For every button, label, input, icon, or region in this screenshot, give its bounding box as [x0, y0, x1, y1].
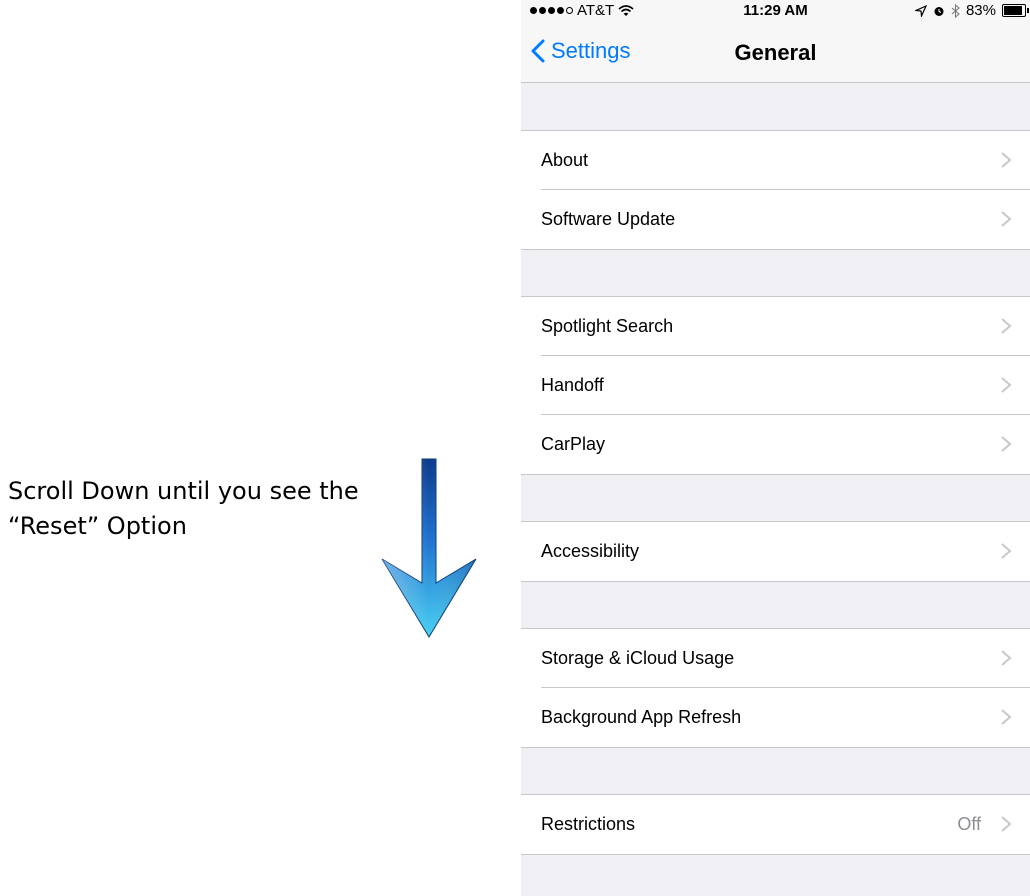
- scroll-instruction: Scroll Down until you see the “Reset” Op…: [8, 474, 378, 544]
- settings-row-handoff[interactable]: Handoff: [521, 356, 1030, 415]
- page-title: General: [734, 40, 817, 65]
- chevron-right-icon: [1001, 318, 1012, 334]
- chevron-right-icon: [1001, 152, 1012, 168]
- settings-row-storage-and-icloud-usage[interactable]: Storage & iCloud Usage: [521, 629, 1030, 688]
- settings-row-label: Accessibility: [541, 541, 640, 561]
- battery-percent: 83%: [965, 2, 996, 19]
- chevron-right-icon: [1001, 543, 1012, 559]
- settings-row-label: About: [541, 150, 589, 170]
- settings-screen: AT&T 11:29 AM 83% Settings General About…: [521, 0, 1030, 896]
- chevron-right-icon: [1001, 211, 1012, 227]
- settings-row-software-update[interactable]: Software Update: [521, 190, 1030, 249]
- chevron-right-icon: [1001, 709, 1012, 725]
- settings-row-accessibility[interactable]: Accessibility: [521, 522, 1030, 581]
- location-icon: [914, 4, 927, 17]
- settings-group: Restrictions Off: [521, 794, 1030, 855]
- settings-row-label: Storage & iCloud Usage: [541, 648, 735, 668]
- settings-row-spotlight-search[interactable]: Spotlight Search: [521, 297, 1030, 356]
- settings-row-label: CarPlay: [541, 434, 606, 454]
- settings-row-label: Spotlight Search: [541, 316, 674, 336]
- settings-group: Spotlight Search Handoff CarPlay: [521, 296, 1030, 475]
- instruction-line-2: “Reset” Option: [8, 512, 187, 540]
- chevron-right-icon: [1001, 650, 1012, 666]
- chevron-right-icon: [1001, 436, 1012, 452]
- instruction-line-1: Scroll Down until you see the: [8, 477, 359, 505]
- alarm-icon: [934, 6, 944, 16]
- settings-row-label: Restrictions: [541, 814, 636, 834]
- settings-row-about[interactable]: About: [521, 131, 1030, 190]
- bluetooth-icon: [951, 3, 960, 18]
- settings-group: Accessibility: [521, 521, 1030, 582]
- settings-row-value: Off: [957, 814, 981, 834]
- settings-group: About Software Update: [521, 130, 1030, 250]
- settings-group: Storage & iCloud Usage Background App Ref…: [521, 628, 1030, 748]
- down-arrow-icon: [381, 458, 477, 638]
- status-bar: AT&T 11:29 AM 83%: [521, 0, 1030, 22]
- chevron-right-icon: [1001, 377, 1012, 393]
- settings-row-label: Handoff: [541, 375, 604, 395]
- settings-row-restrictions[interactable]: Restrictions Off: [521, 795, 1030, 854]
- settings-row-carplay[interactable]: CarPlay: [521, 415, 1030, 474]
- chevron-right-icon: [1001, 816, 1012, 832]
- settings-row-label: Background App Refresh: [541, 707, 742, 727]
- settings-row-background-app-refresh[interactable]: Background App Refresh: [521, 688, 1030, 747]
- battery-icon: [1002, 4, 1029, 17]
- settings-row-label: Software Update: [541, 209, 676, 229]
- navigation-header: AT&T 11:29 AM 83% Settings General: [521, 0, 1030, 83]
